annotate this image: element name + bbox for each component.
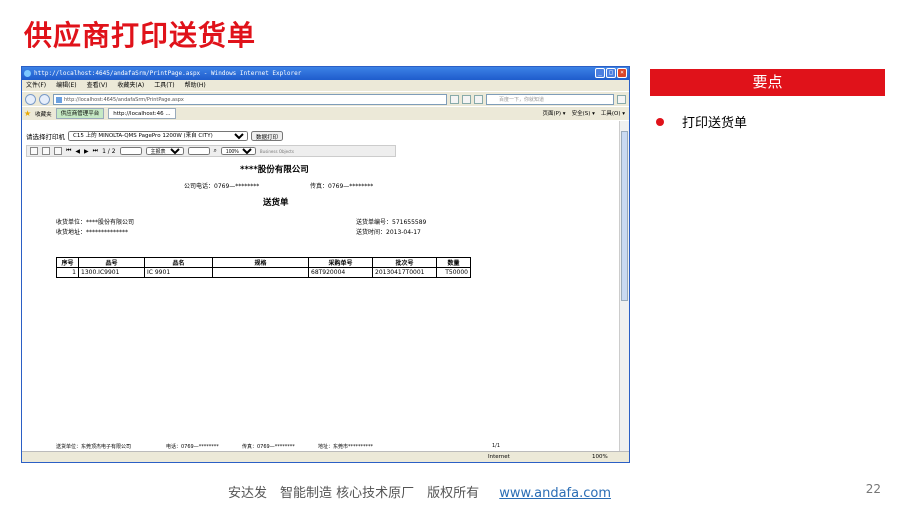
binoculars-icon[interactable]: ⌕ xyxy=(214,147,217,155)
delivery-number: 送货单编号：571655589 xyxy=(356,219,427,226)
printer-label: 请选择打印机 xyxy=(26,133,65,141)
zoom-select[interactable]: 100% xyxy=(220,147,256,155)
maximize-button[interactable]: □ xyxy=(606,68,616,78)
tab-supplier-platform[interactable]: 供应商管理平台 xyxy=(55,108,105,119)
menu-bar: 文件(F) 编辑(E) 查看(V) 收藏夹(A) 工具(T) 帮助(H) xyxy=(22,80,629,91)
footer-sender: 送货单位：东莞顶杰电子有限公司 xyxy=(56,444,132,450)
col-index: 序号 xyxy=(56,257,79,268)
goto-page-input[interactable] xyxy=(119,147,142,155)
zoom-indicator[interactable]: 100% xyxy=(592,452,608,462)
scrollbar-thumb[interactable] xyxy=(621,131,628,301)
tools-menu[interactable]: 工具(O) ▾ xyxy=(601,109,625,119)
business-objects-logo: Business Objects xyxy=(259,148,294,154)
col-item-no: 品号 xyxy=(78,257,145,268)
menu-help[interactable]: 帮助(H) xyxy=(185,80,206,91)
table-row: 1 1300.IC9901 IC 9901 68T920004 20130417… xyxy=(56,267,471,278)
receiver-unit: 收货单位：****股份有限公司 xyxy=(56,219,135,226)
view-select[interactable]: 主报表 xyxy=(145,147,184,155)
col-po-no: 采购单号 xyxy=(308,257,373,268)
safety-menu[interactable]: 安全(S) ▾ xyxy=(572,109,595,119)
window-title: http://localhost:4645/andafaSrm/PrintPag… xyxy=(34,70,302,77)
find-input[interactable] xyxy=(187,147,210,155)
footer-page: 1/1 xyxy=(492,443,501,449)
menu-view[interactable]: 查看(V) xyxy=(87,80,108,91)
printer-row: 请选择打印机 C15 上的 MINOLTA-QMS PagePro 1200W … xyxy=(26,131,284,141)
key-point-text: 打印送货单 xyxy=(682,116,748,131)
stop-icon[interactable] xyxy=(474,94,483,104)
menu-favorites[interactable]: 收藏夹(A) xyxy=(117,80,144,91)
cell-item-name: IC 9901 xyxy=(144,267,213,278)
page-icon xyxy=(56,96,62,103)
page-menu[interactable]: 页面(P) ▾ xyxy=(542,109,565,119)
status-bar: Internet 100% xyxy=(22,451,629,462)
last-page-button[interactable]: ⏭ xyxy=(93,147,98,155)
address-input[interactable]: http://localhost:4645/andafaSrm/PrintPag… xyxy=(53,93,447,105)
bullet-icon xyxy=(656,117,664,126)
receiver-address: 收货地址：************** xyxy=(56,229,129,236)
cell-po-no: 68T920004 xyxy=(308,267,373,278)
table-header-row: 序号 品号 品名 规格 采购单号 批次号 数量 xyxy=(56,257,471,268)
refresh-icon[interactable] xyxy=(462,94,471,104)
page-content: 请选择打印机 C15 上的 MINOLTA-QMS PagePro 1200W … xyxy=(22,121,620,452)
favorites-bar: ★ 收藏夹 供应商管理平台 http://localhost:46 ... 页面… xyxy=(22,106,629,120)
cell-spec xyxy=(212,267,309,278)
print-icon[interactable] xyxy=(42,147,50,155)
delivery-report: ****股份有限公司 公司电话：0769—******** 传真：0769—**… xyxy=(22,161,620,451)
footer-fax: 传真：0769—******** xyxy=(242,444,295,450)
search-icon[interactable] xyxy=(617,94,626,104)
company-phone: 公司电话：0769—******** xyxy=(184,183,260,190)
menu-file[interactable]: 文件(F) xyxy=(26,80,46,91)
zone-indicator: Internet xyxy=(488,454,510,460)
footer-address: 地址：东莞市********** xyxy=(318,444,374,450)
ie-icon xyxy=(24,70,31,77)
vertical-scrollbar[interactable] xyxy=(619,121,629,452)
prev-page-button[interactable]: ◀ xyxy=(75,148,80,155)
company-fax: 传真：0769—******** xyxy=(310,183,374,190)
menu-edit[interactable]: 编辑(E) xyxy=(56,80,76,91)
items-table: 序号 品号 品名 规格 采购单号 批次号 数量 1 1300.IC9901 IC… xyxy=(56,257,471,278)
favorites-button[interactable]: 收藏夹 xyxy=(35,110,52,118)
export-icon[interactable] xyxy=(30,147,38,155)
footer-link[interactable]: www.andafa.com xyxy=(499,486,611,501)
footer-phone: 电话：0769—******** xyxy=(166,444,219,450)
report-toolbar: ⏮ ◀ ▶ ⏭ 1 / 2 主报表 ⌕ 100% Business Object… xyxy=(26,145,396,157)
page-number: 22 xyxy=(865,482,881,496)
printer-select[interactable]: C15 上的 MINOLTA-QMS PagePro 1200W (来自 CIT… xyxy=(68,131,248,141)
title-bar: http://localhost:4645/andafaSrm/PrintPag… xyxy=(22,67,629,80)
close-button[interactable]: × xyxy=(617,68,627,78)
browser-window: http://localhost:4645/andafaSrm/PrintPag… xyxy=(21,66,630,463)
slide-title: 供应商打印送货单 xyxy=(24,19,257,52)
delivery-time: 送货时间：2013-04-17 xyxy=(356,229,421,236)
first-page-button[interactable]: ⏮ xyxy=(66,147,71,155)
address-text: http://localhost:4645/andafaSrm/PrintPag… xyxy=(64,96,184,103)
col-quantity: 数量 xyxy=(436,257,471,268)
search-input[interactable]: 百度一下，你就知道 xyxy=(486,93,614,105)
tree-icon[interactable] xyxy=(54,147,62,155)
report-title: 送货单 xyxy=(263,198,289,208)
col-item-name: 品名 xyxy=(144,257,213,268)
address-toolbar: http://localhost:4645/andafaSrm/PrintPag… xyxy=(22,91,629,106)
cell-index: 1 xyxy=(56,267,79,278)
page-indicator: 1 / 2 xyxy=(102,147,116,155)
col-batch-no: 批次号 xyxy=(372,257,437,268)
col-spec: 规格 xyxy=(212,257,309,268)
back-button[interactable] xyxy=(25,93,36,105)
company-name: ****股份有限公司 xyxy=(240,165,309,175)
cell-quantity: T50000 xyxy=(436,267,471,278)
minimize-button[interactable]: _ xyxy=(595,68,605,78)
key-points-header: 要点 xyxy=(650,69,885,96)
slide-footer: 安达发 智能制造 核心技术原厂 版权所有 www.andafa.com xyxy=(228,482,611,501)
next-page-button[interactable]: ▶ xyxy=(84,148,89,155)
favorites-star-icon: ★ xyxy=(24,109,32,118)
compat-icon[interactable] xyxy=(450,94,459,104)
footer-text: 安达发 智能制造 核心技术原厂 版权所有 xyxy=(228,486,480,501)
print-button[interactable]: 数据打印 xyxy=(251,131,284,141)
cell-batch-no: 20130417T0001 xyxy=(372,267,437,278)
menu-tools[interactable]: 工具(T) xyxy=(154,80,174,91)
key-point-item: 打印送货单 xyxy=(656,112,747,131)
cell-item-no: 1300.IC9901 xyxy=(78,267,145,278)
tab-print-page[interactable]: http://localhost:46 ... xyxy=(108,108,176,119)
forward-button[interactable] xyxy=(39,93,50,105)
